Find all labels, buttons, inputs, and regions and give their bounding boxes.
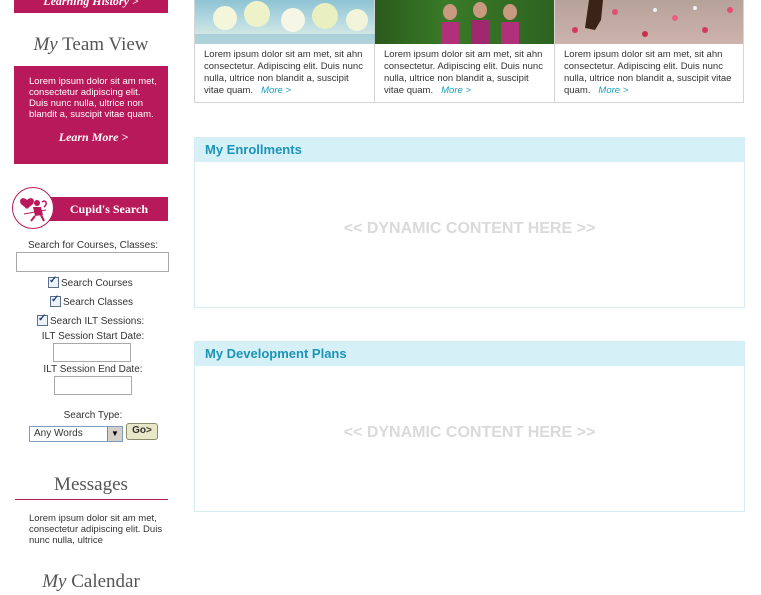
- featured-gallery: Lorem ipsum dolor sit am met, sit ahn co…: [194, 0, 744, 103]
- search-courses-checkbox[interactable]: [48, 275, 59, 288]
- gallery-more-link[interactable]: More >: [598, 85, 628, 96]
- my-enrollments-title: My Enrollments: [195, 138, 744, 162]
- rose-petals-shoe-image: [555, 0, 743, 44]
- search-type-label: Search Type:: [63, 410, 123, 421]
- search-classes-option[interactable]: Search Classes: [50, 294, 134, 308]
- ilt-end-date-label: ILT Session End Date:: [43, 364, 143, 375]
- team-view-title-em: My: [33, 34, 58, 55]
- messages-text: Lorem ipsum dolor sit am met, consectetu…: [29, 513, 163, 546]
- ilt-start-date-input[interactable]: [53, 343, 131, 362]
- search-ilt-option[interactable]: Search ILT Sessions:: [37, 313, 145, 327]
- search-type-select[interactable]: Any Words ▼: [29, 426, 123, 442]
- ilt-start-date-label: ILT Session Start Date:: [41, 331, 145, 342]
- gallery-card-text: Lorem ipsum dolor sit am met, sit ahn co…: [384, 49, 546, 97]
- calendar-title: My Calendar: [14, 571, 168, 593]
- search-courses-option-label: Search Courses: [61, 278, 133, 289]
- bridesmaids-image: [375, 0, 554, 44]
- search-input[interactable]: [16, 252, 169, 272]
- team-view-title: My Team View: [14, 34, 168, 56]
- dynamic-content-placeholder: << DYNAMIC CONTENT HERE >>: [343, 424, 596, 441]
- search-classes-option-label: Search Classes: [63, 297, 134, 308]
- go-button[interactable]: Go>: [126, 423, 158, 440]
- search-type-value: Any Words: [34, 428, 83, 439]
- gallery-more-link[interactable]: More >: [261, 85, 291, 96]
- ilt-end-date-input[interactable]: [54, 376, 132, 395]
- search-courses-label: Search for Courses, Classes:: [27, 240, 159, 251]
- gallery-card-text-body: Lorem ipsum dolor sit am met, sit ahn co…: [564, 49, 732, 96]
- gallery-more-link[interactable]: More >: [441, 85, 471, 96]
- calendar-title-rest: Calendar: [66, 571, 140, 592]
- search-ilt-checkbox[interactable]: [37, 313, 48, 326]
- messages-title: Messages: [54, 474, 128, 495]
- my-development-plans-body: << DYNAMIC CONTENT HERE >>: [195, 366, 744, 511]
- chevron-down-icon[interactable]: ▼: [107, 427, 122, 441]
- gallery-card: Lorem ipsum dolor sit am met, sit ahn co…: [375, 0, 555, 103]
- my-development-plans-title: My Development Plans: [195, 342, 744, 366]
- team-view-text: Lorem ipsum dolor sit am met, consectetu…: [29, 76, 157, 120]
- left-sidebar: Learning History > My Team View Lorem ip…: [0, 0, 180, 595]
- gallery-card: Lorem ipsum dolor sit am met, sit ahn co…: [195, 0, 375, 103]
- dynamic-content-placeholder: << DYNAMIC CONTENT HERE >>: [343, 220, 596, 237]
- cupid-icon: [12, 187, 54, 229]
- calendar-title-em: My: [42, 571, 67, 592]
- my-development-plans-panel: My Development Plans << DYNAMIC CONTENT …: [194, 341, 745, 512]
- gallery-card-text: Lorem ipsum dolor sit am met, sit ahn co…: [204, 49, 366, 97]
- learning-history-link[interactable]: Learning History >: [14, 0, 168, 13]
- search-ilt-option-label: Search ILT Sessions:: [50, 316, 145, 327]
- bridesmaid-bouquets-image: [195, 0, 375, 44]
- search-courses-option[interactable]: Search Courses: [48, 275, 133, 289]
- gallery-card-text: Lorem ipsum dolor sit am met, sit ahn co…: [564, 49, 735, 97]
- team-view-title-rest: Team View: [57, 34, 149, 55]
- my-enrollments-panel: My Enrollments << DYNAMIC CONTENT HERE >…: [194, 137, 745, 308]
- learn-more-link[interactable]: Learn More >: [29, 130, 158, 145]
- search-classes-checkbox[interactable]: [50, 294, 61, 307]
- gallery-card: Lorem ipsum dolor sit am met, sit ahn co…: [555, 0, 743, 103]
- my-enrollments-body: << DYNAMIC CONTENT HERE >>: [195, 162, 744, 307]
- team-view-box: Lorem ipsum dolor sit am met, consectetu…: [14, 66, 168, 164]
- messages-divider: [15, 499, 168, 500]
